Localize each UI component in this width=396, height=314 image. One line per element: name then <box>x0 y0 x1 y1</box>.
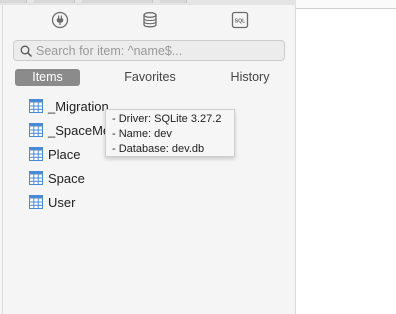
table-icon <box>29 171 43 185</box>
database-mode-button[interactable] <box>140 11 160 32</box>
database-icon <box>141 11 159 32</box>
search-box <box>13 40 285 61</box>
mode-buttons: SQL <box>14 11 286 32</box>
list-item-label: Space <box>48 170 85 186</box>
table-icon <box>29 123 43 137</box>
plug-icon <box>51 11 69 32</box>
main-pane <box>297 9 396 314</box>
tab-favorites[interactable]: Favorites <box>114 69 186 86</box>
tooltip-database: - Database: dev.db <box>112 143 205 155</box>
list-item-label: Place <box>48 146 81 162</box>
tooltip-driver: - Driver: SQLite 3.27.2 <box>112 113 222 125</box>
tab-items[interactable]: Items <box>15 69 80 86</box>
list-item-label: _SpaceMe <box>48 122 111 138</box>
sql-mode-button[interactable]: SQL <box>230 11 250 32</box>
list-item-label: _Migration <box>48 98 109 114</box>
sql-icon: SQL <box>231 11 249 32</box>
right-top-border <box>296 0 396 9</box>
left-edge <box>2 5 3 314</box>
connection-tooltip: - Driver: SQLite 3.27.2 - Name: dev - Da… <box>105 109 235 157</box>
search-icon <box>20 45 32 60</box>
tab-history[interactable]: History <box>220 69 280 86</box>
list-item-space[interactable]: Space <box>29 166 289 190</box>
sql-icon-label: SQL <box>235 18 246 24</box>
list-item-user[interactable]: User <box>29 190 289 214</box>
search-input[interactable] <box>36 41 280 60</box>
table-icon <box>29 195 43 209</box>
connection-mode-button[interactable] <box>50 11 70 32</box>
table-icon <box>29 147 43 161</box>
table-icon <box>29 99 43 113</box>
list-item-label: User <box>48 194 76 210</box>
tooltip-name: - Name: dev <box>112 128 172 140</box>
sidebar-tabs: Items Favorites History <box>14 69 286 86</box>
